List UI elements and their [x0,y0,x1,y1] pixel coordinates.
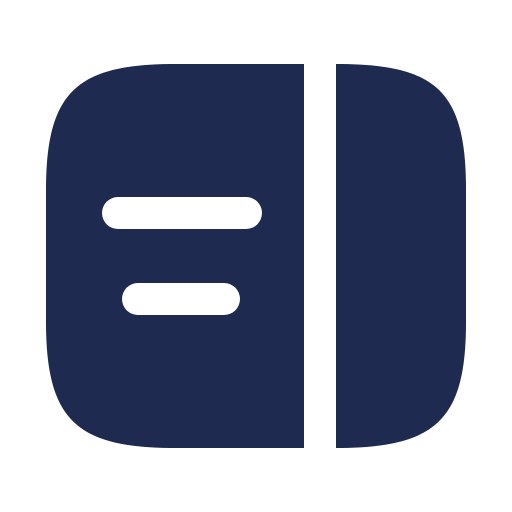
right-panel-shape [336,64,466,448]
text-line-long [102,197,262,229]
left-panel-shape [46,64,304,448]
text-line-short [122,283,240,315]
sidebar-right-text-icon [46,64,466,448]
icon-canvas [0,0,512,512]
